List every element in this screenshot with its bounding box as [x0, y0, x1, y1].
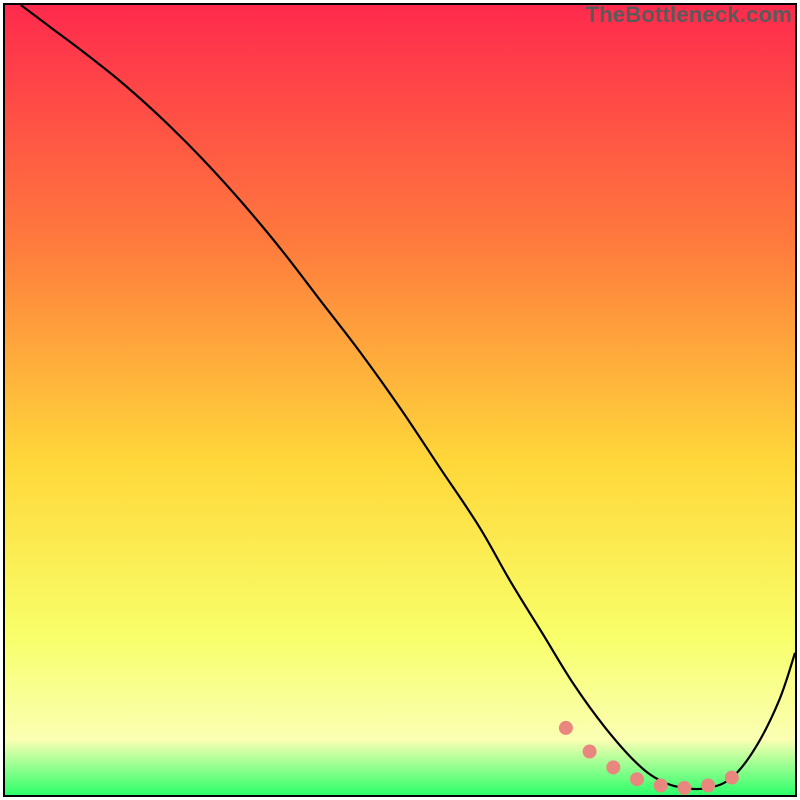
- chart-plot: [5, 5, 795, 795]
- highlight-dot: [725, 771, 739, 785]
- highlight-dot: [559, 721, 573, 735]
- bottleneck-curve: [21, 5, 795, 789]
- watermark-text: TheBottleneck.com: [586, 2, 792, 28]
- highlight-dot: [583, 745, 597, 759]
- highlight-dot: [677, 781, 691, 795]
- highlight-dot: [701, 779, 715, 793]
- highlight-dot: [606, 760, 620, 774]
- highlight-dot: [630, 772, 644, 786]
- highlight-dot: [654, 779, 668, 793]
- chart-frame: TheBottleneck.com: [0, 0, 800, 800]
- highlight-dots: [559, 721, 739, 795]
